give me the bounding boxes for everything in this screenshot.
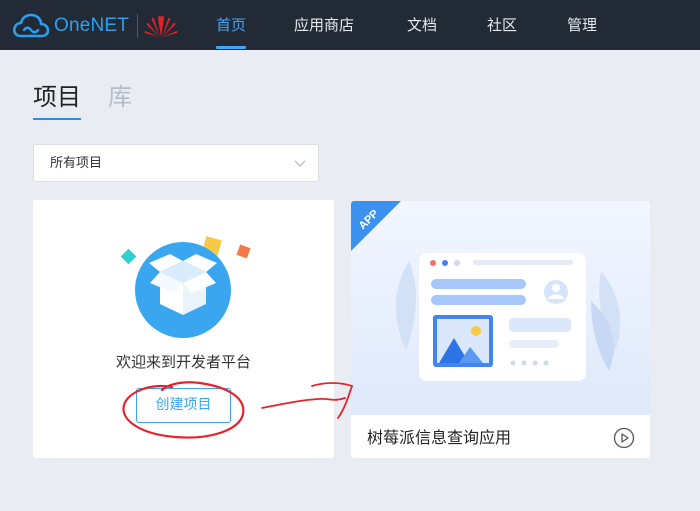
- app-template-card[interactable]: APP 树莓派信息查询应用: [351, 201, 650, 458]
- tab-projects[interactable]: 项目: [33, 83, 81, 111]
- onenet-logo[interactable]: OneNET: [12, 12, 178, 40]
- nav-active-indicator: [216, 46, 246, 49]
- project-filter-value: 所有项目: [50, 156, 103, 171]
- top-navbar: OneNET 首页 应用商店 文档 社区 管理: [0, 0, 700, 50]
- open-box-icon: [120, 236, 251, 338]
- app-badge-ribbon: APP: [351, 201, 401, 251]
- tab-active-indicator: [33, 118, 81, 120]
- tab-library[interactable]: 库: [108, 83, 132, 111]
- chevron-down-icon: [294, 160, 306, 167]
- cloud-logo-icon: [12, 13, 50, 38]
- welcome-text: 欢迎来到开发者平台: [115, 353, 251, 371]
- nav-home[interactable]: 首页: [216, 16, 246, 34]
- play-circle-icon[interactable]: [613, 427, 635, 449]
- create-project-card: 欢迎来到开发者平台 创建项目: [33, 200, 334, 458]
- nav-docs[interactable]: 文档: [407, 16, 437, 34]
- huawei-logo-icon: [144, 15, 178, 37]
- logo-divider: [137, 14, 139, 38]
- brand-name: OneNET: [54, 15, 130, 36]
- nav-manage[interactable]: 管理: [567, 16, 597, 34]
- create-project-button[interactable]: 创建项目: [136, 388, 231, 423]
- project-filter-select[interactable]: 所有项目: [33, 144, 319, 182]
- nav-app-store[interactable]: 应用商店: [294, 16, 354, 34]
- nav-community[interactable]: 社区: [487, 16, 517, 34]
- app-card-title: 树莓派信息查询应用: [367, 428, 512, 447]
